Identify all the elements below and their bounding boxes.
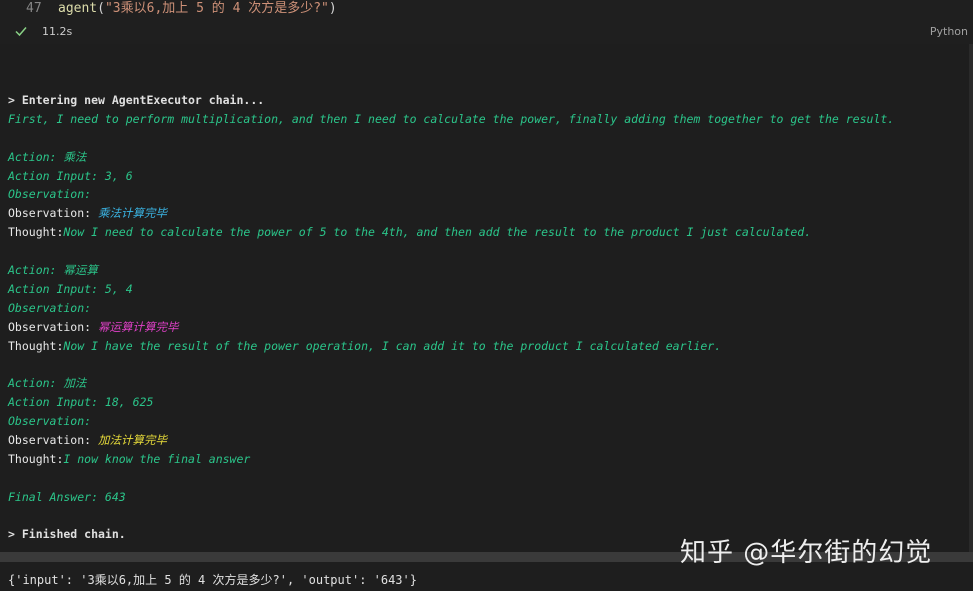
code-close-paren: ) xyxy=(328,1,337,16)
output-text: Action: 乘法 xyxy=(8,149,87,164)
code-open-paren: ( xyxy=(97,1,105,16)
language-label[interactable]: Python xyxy=(930,25,968,38)
output-line: Action Input: 18, 625 xyxy=(8,393,894,412)
observation-label: Observation: xyxy=(8,319,99,334)
thought-label: Thought: xyxy=(8,451,64,466)
output-line: Observation: xyxy=(8,412,894,431)
output-log: > Entering new AgentExecutor chain... Fir… xyxy=(8,91,894,544)
output-text: > Entering new AgentExecutor chain... xyxy=(8,93,265,107)
output-line: Action: 加法 xyxy=(8,374,894,393)
output-line: Final Answer: 643 xyxy=(8,488,894,507)
observation-value: 幂运算计算完毕 xyxy=(98,319,179,334)
output-line: Observation: 乘法计算完毕 xyxy=(8,204,894,223)
thought-value: Now I have the result of the power opera… xyxy=(63,338,722,353)
result-text: {'input': '3乘以6,加上 5 的 4 次方是多少?', 'outpu… xyxy=(8,573,417,587)
output-text: Action Input: 5, 4 xyxy=(8,281,133,296)
output-line: Thought:I now know the final answer xyxy=(8,450,894,469)
output-text: Action Input: 18, 625 xyxy=(8,395,154,410)
code-cell[interactable]: 47 agent("3乘以6,加上 5 的 4 次方是多少?") xyxy=(0,0,973,20)
output-text: Action Input: 3, 6 xyxy=(8,168,133,183)
execution-time: 11.2s xyxy=(42,25,73,38)
line-number: 47 xyxy=(26,1,42,16)
observation-label: Observation: xyxy=(8,433,99,448)
cell-output: > Entering new AgentExecutor chain... Fir… xyxy=(0,44,973,552)
output-line: Observation: 加法计算完毕 xyxy=(8,431,894,450)
output-text: Observation: xyxy=(8,187,92,202)
check-icon xyxy=(14,24,28,38)
output-line: Observation: xyxy=(8,185,894,204)
output-scrollbar[interactable] xyxy=(969,44,973,552)
output-text: Observation: xyxy=(8,300,92,315)
output-line: Action Input: 3, 6 xyxy=(8,167,894,186)
output-line: Observation: 幂运算计算完毕 xyxy=(8,318,894,337)
output-line: Action: 幂运算 xyxy=(8,261,894,280)
output-line: First, I need to perform multiplication,… xyxy=(8,110,894,129)
output-text: Action: 幂运算 xyxy=(8,263,98,278)
output-line: Thought:Now I have the result of the pow… xyxy=(8,337,894,356)
code-string-arg: "3乘以6,加上 5 的 4 次方是多少?" xyxy=(104,1,329,16)
thought-label: Thought: xyxy=(8,225,64,240)
output-text: Action: 加法 xyxy=(8,376,87,391)
watermark: 知乎 @华尔街的幻觉 xyxy=(680,532,932,569)
cell-status-bar: 11.2s Python xyxy=(0,20,973,45)
output-line: > Entering new AgentExecutor chain... xyxy=(8,91,894,110)
output-line: Observation: xyxy=(8,299,894,318)
output-line: Action Input: 5, 4 xyxy=(8,280,894,299)
observation-value: 加法计算完毕 xyxy=(98,433,168,448)
observation-label: Observation: xyxy=(8,206,99,221)
output-text: Observation: xyxy=(8,414,92,429)
output-text: Final Answer: 643 xyxy=(8,489,126,504)
thought-value: Now I need to calculate the power of 5 t… xyxy=(63,225,812,240)
thought-value: I now know the final answer xyxy=(63,451,251,466)
code-line[interactable]: agent("3乘以6,加上 5 的 4 次方是多少?") xyxy=(58,0,337,18)
output-text: > Finished chain. xyxy=(8,527,126,542)
output-line: Thought:Now I need to calculate the powe… xyxy=(8,223,894,242)
code-function-name: agent xyxy=(58,1,98,16)
observation-value: 乘法计算完毕 xyxy=(98,206,168,221)
thought-label: Thought: xyxy=(8,338,64,353)
watermark-text: 知乎 @华尔街的幻觉 xyxy=(680,538,933,568)
output-text: First, I need to perform multiplication,… xyxy=(8,111,895,126)
output-line: Action: 乘法 xyxy=(8,148,894,167)
